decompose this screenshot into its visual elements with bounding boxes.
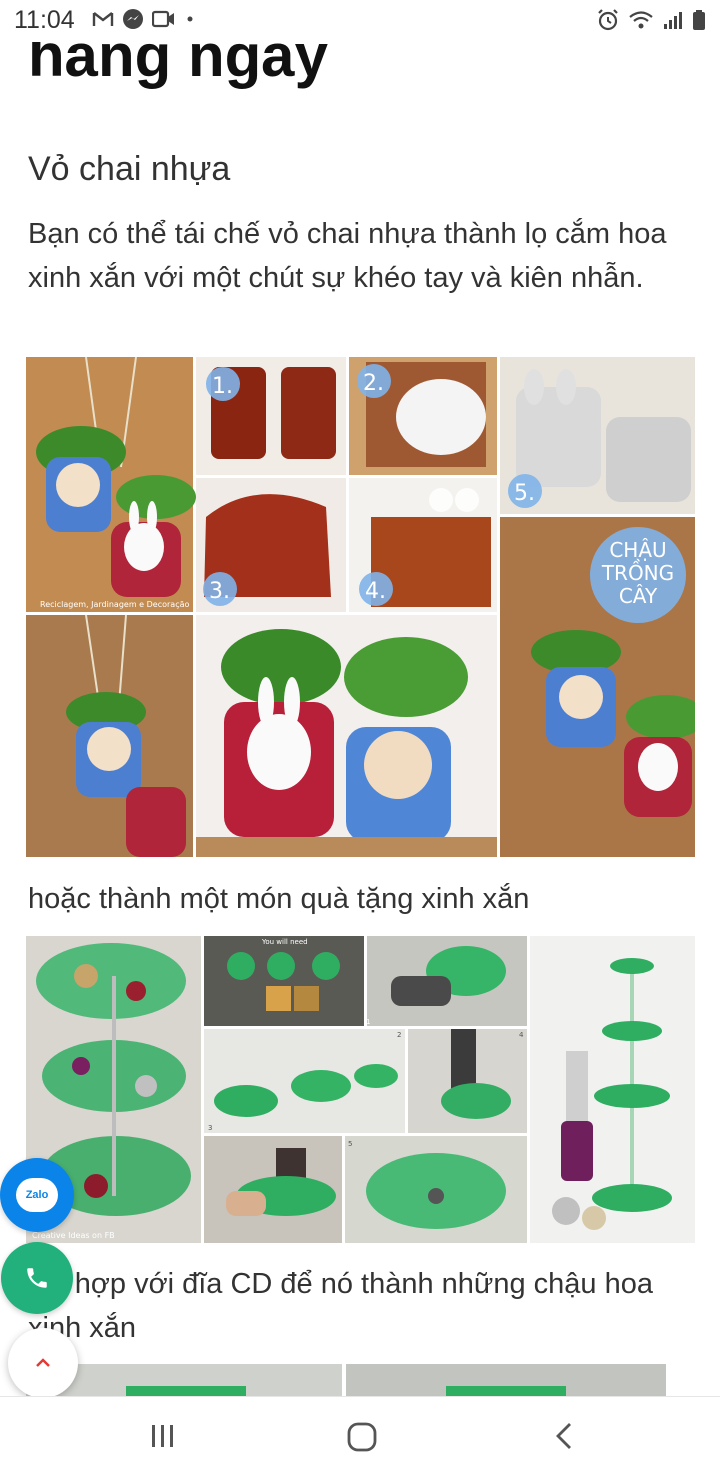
bottle-planter-collage-image: Reciclagem, Jardinagem e Decoração 1. 2.… [26, 357, 695, 857]
zalo-label: Zalo [25, 1189, 49, 1201]
jewelry-collage-graphic: Creative Ideas on FB You will need 1 2 3… [26, 936, 695, 1243]
recent-apps-button[interactable] [148, 1421, 178, 1456]
chevron-up-icon [36, 1358, 50, 1367]
planter-collage-graphic: Reciclagem, Jardinagem e Decoração 1. 2.… [26, 357, 695, 857]
jewelry-step-1-label: 1 [366, 1018, 370, 1026]
signal-icon [664, 12, 682, 29]
back-icon [556, 1423, 571, 1449]
jewelry-credit-text: Creative Ideas on FB [32, 1231, 115, 1240]
zalo-icon: Zalo [16, 1178, 58, 1212]
alarm-icon [598, 9, 618, 31]
status-bar: 11:04 [0, 0, 720, 42]
step-5-label: 5. [514, 481, 535, 506]
badge-line-1: CHẬU [609, 538, 666, 562]
section-paragraph: Bạn có thể tái chế vỏ chai nhựa thành lọ… [28, 218, 667, 294]
step-2-label: 2. [363, 371, 384, 396]
image-credit-text: Reciclagem, Jardinagem e Decoração [40, 600, 189, 609]
jewelry-step-3-label: 3 [208, 1124, 212, 1132]
battery-icon [693, 10, 705, 30]
jewelry-step-4-label: 4 [519, 1031, 524, 1039]
step-4-label: 4. [365, 579, 386, 604]
dot-icon [187, 16, 193, 22]
jewelry-step-2-label: 2 [397, 1031, 401, 1039]
article-content: hàng ngày Vỏ chai nhựa Bạn có thể tái ch… [0, 0, 720, 1396]
home-button[interactable] [346, 1421, 378, 1458]
recent-apps-icon [152, 1425, 173, 1447]
section-title: Vỏ chai nhựa [28, 150, 231, 188]
caption-cd: kết hợp với đĩa CD để nó thành những chậ… [28, 1268, 653, 1344]
jewelry-step-5-label: 5 [348, 1140, 352, 1148]
step-3-label: 3. [209, 579, 230, 604]
gmail-icon [92, 12, 114, 26]
step-1-label: 1. [212, 374, 233, 399]
zalo-chat-button[interactable]: Zalo [0, 1158, 74, 1232]
phone-call-button[interactable] [1, 1242, 73, 1314]
video-icon [152, 10, 174, 28]
caption-gift: hoặc thành một món quà tặng xinh xắn [28, 883, 530, 915]
home-icon [347, 1422, 377, 1452]
you-will-need-text: You will need [261, 938, 308, 946]
jewelry-stand-collage-image: Creative Ideas on FB You will need 1 2 3… [26, 936, 695, 1243]
badge-line-2: TRỒNG [601, 559, 674, 585]
cd-planter-image [26, 1364, 666, 1396]
phone-icon [27, 1268, 47, 1288]
navigation-bar [0, 1396, 720, 1481]
back-button[interactable] [552, 1421, 578, 1456]
wifi-icon [629, 11, 653, 29]
cd-planter-graphic [26, 1364, 666, 1396]
status-time: 11:04 [14, 6, 75, 34]
badge-line-3: CÂY [619, 584, 658, 608]
scroll-to-top-button[interactable] [8, 1328, 78, 1398]
messenger-icon [123, 9, 143, 29]
